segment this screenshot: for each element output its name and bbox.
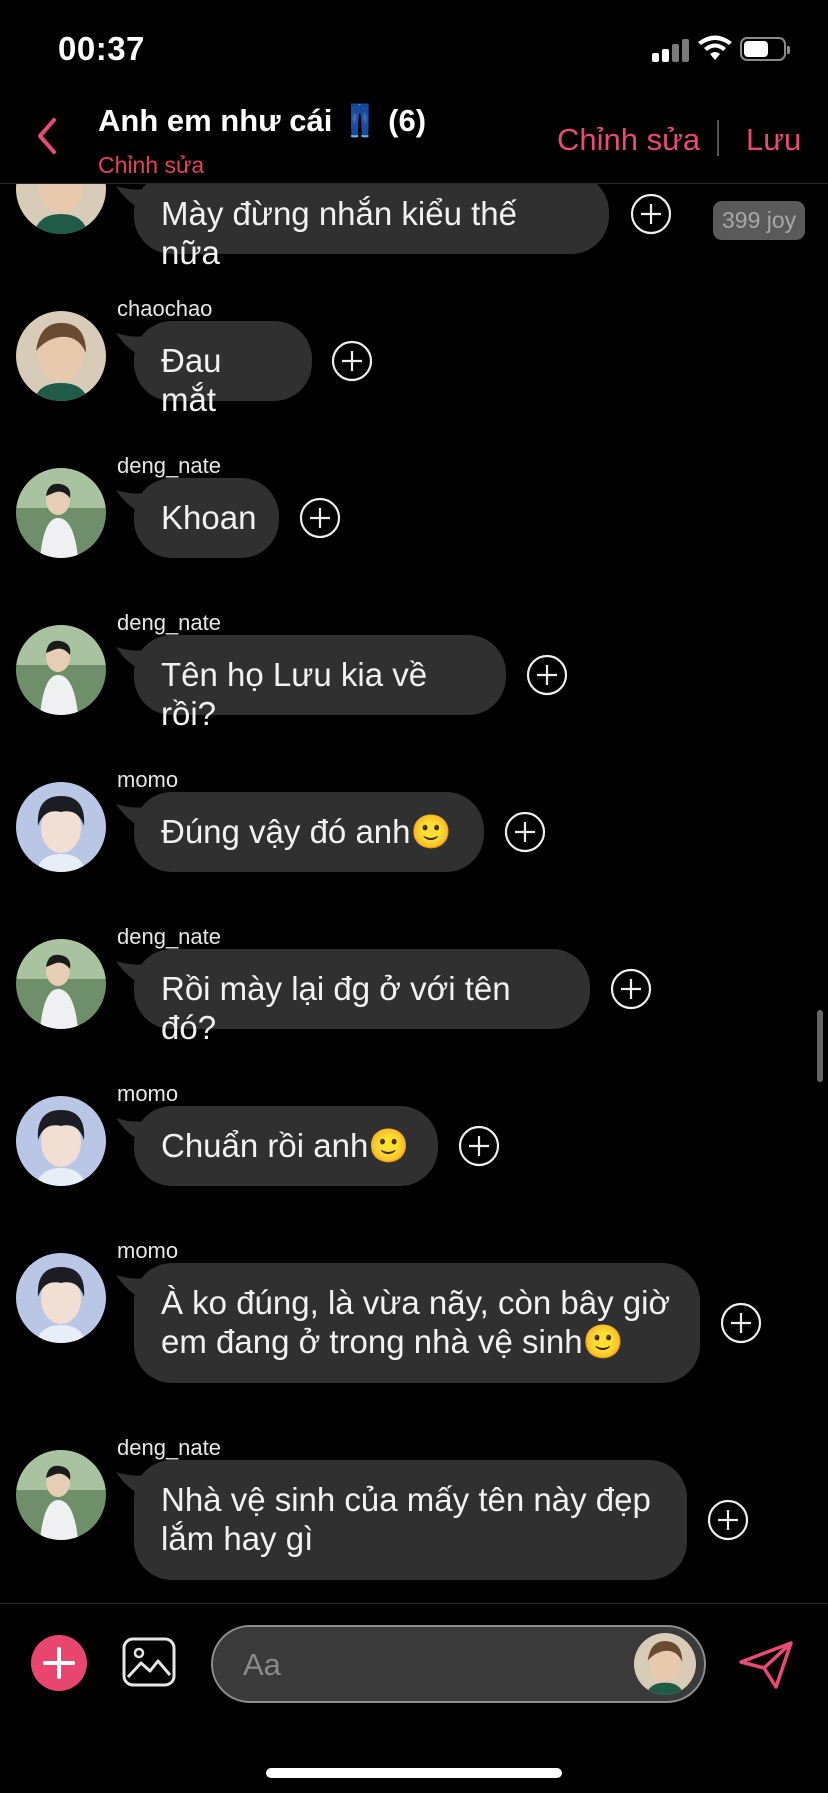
- message-bubble[interactable]: Mày đừng nhắn kiểu thế nữa: [134, 184, 609, 271]
- chaochao-avatar[interactable]: [16, 184, 106, 234]
- sender-name: momo: [117, 1081, 179, 1106]
- photo-gallery-icon[interactable]: [122, 1637, 176, 1687]
- save-button[interactable]: Lưu: [746, 122, 801, 158]
- deng-nate-avatar[interactable]: [16, 939, 106, 1029]
- message-bubble[interactable]: À ko đúng, là vừa nãy, còn bây giờ em đa…: [134, 1263, 700, 1383]
- add-reaction-icon[interactable]: [610, 968, 652, 1010]
- group-title: Anh em như cái 👖 (6): [98, 103, 427, 138]
- add-reaction-icon[interactable]: [630, 193, 672, 235]
- sender-name: chaochao: [117, 296, 213, 321]
- composer-bar: [0, 1603, 828, 1793]
- chat-header: Anh em như cái 👖 (6) Chỉnh sửa Chỉnh sửa…: [0, 96, 828, 184]
- sender-name: momo: [117, 1238, 179, 1263]
- sender-name: deng_nate: [117, 453, 221, 478]
- message-bubble[interactable]: Khoan: [134, 478, 279, 558]
- sender-name: deng_nate: [117, 924, 221, 949]
- message-bubble[interactable]: Đúng vậy đó anh🙂: [134, 792, 484, 872]
- message-input[interactable]: [241, 1637, 605, 1693]
- add-reaction-icon[interactable]: [458, 1125, 500, 1167]
- plus-icon: [43, 1647, 75, 1679]
- sender-name: deng_nate: [117, 1435, 221, 1460]
- send-icon[interactable]: [738, 1640, 794, 1690]
- message-bubble[interactable]: Tên họ Lưu kia về rồi?: [134, 635, 506, 732]
- message-bubble[interactable]: Nhà vệ sinh của mấy tên này đẹp lắm hay …: [134, 1460, 687, 1580]
- add-reaction-icon[interactable]: [504, 811, 546, 853]
- deng-nate-avatar[interactable]: [16, 1450, 106, 1540]
- add-reaction-icon[interactable]: [707, 1499, 749, 1541]
- add-reaction-icon[interactable]: [331, 340, 373, 382]
- battery-icon: [740, 37, 790, 61]
- chaochao-avatar[interactable]: [16, 311, 106, 401]
- sender-name: momo: [117, 767, 179, 792]
- reaction-count-badge[interactable]: 399 joy: [713, 201, 806, 240]
- edit-button[interactable]: Chỉnh sửa: [557, 122, 700, 158]
- add-reaction-icon[interactable]: [299, 497, 341, 539]
- deng-nate-avatar[interactable]: [16, 468, 106, 558]
- wifi-icon: [698, 35, 732, 60]
- message-bubble[interactable]: Chuẩn rồi anh🙂: [134, 1106, 438, 1186]
- sender-name: deng_nate: [117, 610, 221, 635]
- group-subtitle[interactable]: Chỉnh sửa: [98, 152, 204, 179]
- message-input-box[interactable]: [211, 1625, 706, 1703]
- momo-avatar[interactable]: [16, 1253, 106, 1343]
- deng-nate-avatar[interactable]: [16, 625, 106, 715]
- add-reaction-icon[interactable]: [526, 654, 568, 696]
- header-divider: [717, 120, 719, 156]
- momo-avatar[interactable]: [16, 1096, 106, 1186]
- message-list[interactable]: Mày đừng nhắn kiểu thế nữa 399 joy chaoc…: [0, 184, 828, 1602]
- message-bubble[interactable]: Đau mắt: [134, 321, 312, 418]
- message-bubble[interactable]: Rồi mày lại đg ở với tên đó?: [134, 949, 590, 1046]
- add-attachment-button[interactable]: [31, 1635, 87, 1691]
- scrollbar-thumb[interactable]: [817, 1010, 823, 1082]
- status-time: 00:37: [58, 30, 145, 67]
- status-bar: 00:37: [0, 0, 828, 96]
- chaochao-avatar[interactable]: [634, 1633, 696, 1695]
- momo-avatar[interactable]: [16, 782, 106, 872]
- add-reaction-icon[interactable]: [720, 1302, 762, 1344]
- home-indicator[interactable]: [266, 1768, 562, 1778]
- back-chevron-icon[interactable]: [30, 114, 64, 158]
- cellular-signal-icon: [652, 38, 692, 62]
